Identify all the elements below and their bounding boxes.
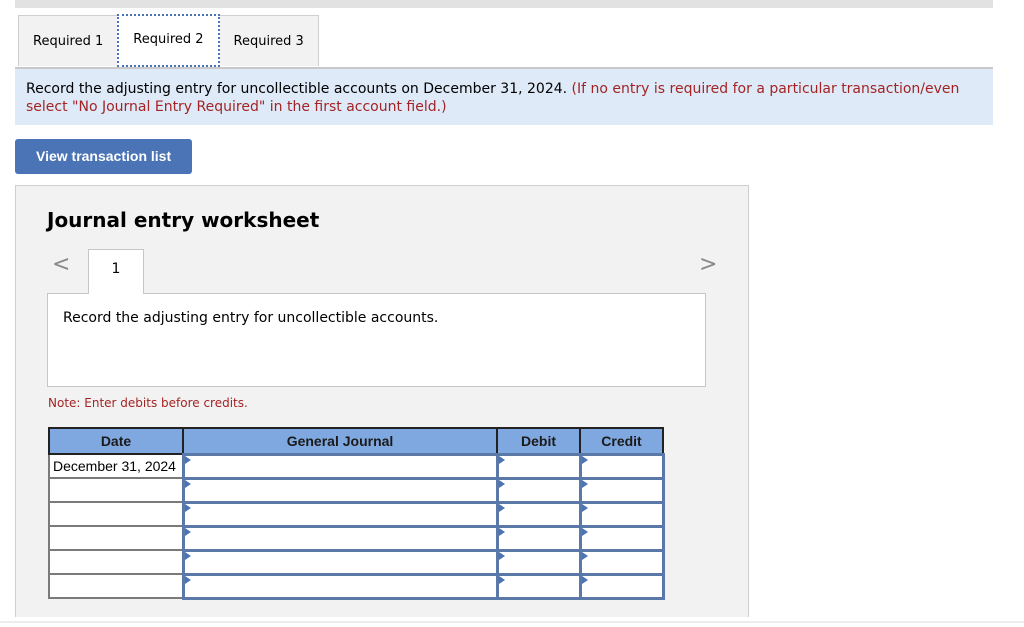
top-bar xyxy=(15,0,993,8)
instruction-hint-2: select "No Journal Entry Required" in th… xyxy=(26,99,447,115)
instruction-text: Record the adjusting entry for uncollect… xyxy=(26,81,568,97)
chevron-left-icon[interactable]: < xyxy=(52,252,70,277)
tab-required-1[interactable]: Required 1 xyxy=(18,15,119,66)
header-general-journal: General Journal xyxy=(182,427,498,455)
credit-input[interactable] xyxy=(578,548,665,576)
credit-input[interactable] xyxy=(578,572,665,600)
credit-input[interactable] xyxy=(578,524,665,552)
chevron-right-icon[interactable]: > xyxy=(699,252,717,277)
bottom-divider xyxy=(0,621,1024,623)
instruction-hint-1: (If no entry is required for a particula… xyxy=(571,81,960,97)
table-row xyxy=(48,476,665,504)
table-row xyxy=(48,524,665,552)
date-cell[interactable] xyxy=(48,477,184,503)
journal-table: Date General Journal Debit Credit Decemb… xyxy=(48,427,665,600)
account-input[interactable] xyxy=(181,548,499,576)
debit-input[interactable] xyxy=(495,500,582,528)
instruction-panel: Record the adjusting entry for uncollect… xyxy=(15,67,993,125)
view-transaction-list-button[interactable]: View transaction list xyxy=(15,139,192,174)
debit-input[interactable] xyxy=(495,476,582,504)
entry-page-tab[interactable]: 1 xyxy=(88,249,144,294)
date-cell[interactable] xyxy=(48,549,184,575)
header-debit: Debit xyxy=(496,427,581,455)
table-row xyxy=(48,548,665,576)
table-row xyxy=(48,572,665,600)
requirement-tabs: Required 1 Required 2 Required 3 xyxy=(18,14,319,67)
date-cell: December 31, 2024 xyxy=(48,453,184,479)
account-input[interactable] xyxy=(181,500,499,528)
tab-required-3[interactable]: Required 3 xyxy=(218,15,319,66)
debit-input[interactable] xyxy=(495,452,582,480)
credit-input[interactable] xyxy=(578,500,665,528)
account-input[interactable] xyxy=(181,476,499,504)
entry-note: Note: Enter debits before credits. xyxy=(48,396,248,410)
debit-input[interactable] xyxy=(495,572,582,600)
debit-input[interactable] xyxy=(495,524,582,552)
worksheet-title: Journal entry worksheet xyxy=(47,208,320,232)
journal-entry-worksheet: Journal entry worksheet < 1 > Record the… xyxy=(15,185,749,617)
date-cell[interactable] xyxy=(48,525,184,551)
debit-input[interactable] xyxy=(495,548,582,576)
header-date: Date xyxy=(48,427,184,455)
header-credit: Credit xyxy=(579,427,664,455)
account-input[interactable] xyxy=(181,572,499,600)
credit-input[interactable] xyxy=(578,452,665,480)
tab-required-2[interactable]: Required 2 xyxy=(117,14,220,67)
credit-input[interactable] xyxy=(578,476,665,504)
date-cell[interactable] xyxy=(48,573,184,599)
account-input[interactable] xyxy=(181,524,499,552)
entry-description: Record the adjusting entry for uncollect… xyxy=(47,293,706,387)
account-input[interactable] xyxy=(181,452,499,480)
table-row: December 31, 2024 xyxy=(48,452,665,480)
date-cell[interactable] xyxy=(48,501,184,527)
table-row xyxy=(48,500,665,528)
